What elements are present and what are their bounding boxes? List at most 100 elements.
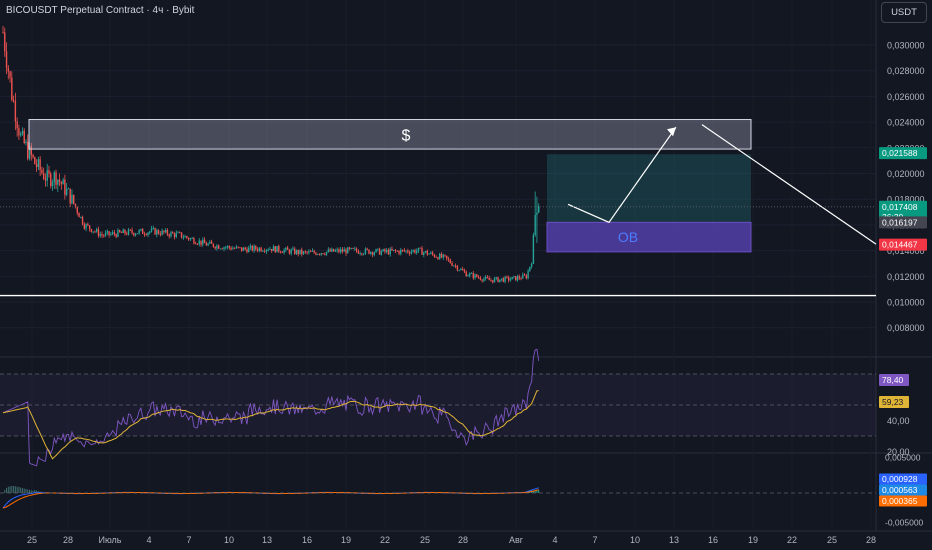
candle-body: [283, 249, 285, 253]
time-tick-label: 13: [262, 535, 272, 545]
candle-body: [444, 254, 446, 256]
candle-body: [285, 247, 287, 250]
candle-body: [34, 157, 36, 165]
candle-body: [210, 241, 213, 244]
candle-body: [327, 249, 330, 252]
candle-body: [94, 231, 96, 233]
candle-body: [103, 235, 105, 237]
candle-body: [163, 230, 165, 233]
candle-body: [111, 232, 114, 234]
candle-body: [60, 181, 63, 185]
time-tick-label: 10: [224, 535, 234, 545]
chart-title: BICOUSDT Perpetual Contract · 4ч · Bybit: [6, 5, 195, 16]
candle-body: [191, 238, 193, 240]
candle-body: [355, 248, 358, 252]
liquidity-label: $: [402, 127, 411, 144]
candle-body: [258, 247, 261, 251]
candle-body: [42, 172, 45, 179]
price-tick-label: 0,028000: [887, 66, 925, 76]
rsi-badge-text: 78,40: [882, 375, 904, 385]
candle-body: [373, 252, 375, 255]
candle-body: [421, 248, 423, 255]
candle-body: [442, 254, 444, 258]
candle-body: [150, 228, 153, 232]
candle-body: [417, 247, 420, 251]
candle-body: [394, 249, 397, 251]
candle-body: [129, 229, 131, 231]
candle-body: [292, 248, 294, 250]
candle-body: [382, 249, 384, 252]
candle-body: [99, 234, 101, 236]
candle-body: [336, 249, 338, 251]
candle-body: [458, 270, 460, 271]
candle-body: [513, 276, 515, 277]
candle-body: [134, 233, 137, 236]
candle-body: [180, 232, 183, 238]
candle-body: [396, 250, 398, 252]
candle-body: [423, 252, 425, 255]
candle-body: [92, 231, 94, 233]
time-axis: 25 28 Июль 4 7 10 13 16 19 22 25 28 Авг 4 7 10 13 16 19 22 2…: [27, 535, 876, 545]
time-tick-label: 25: [420, 535, 430, 545]
candle-body: [182, 237, 185, 239]
candle-body: [157, 230, 160, 234]
candle-body: [474, 274, 476, 278]
candle-body: [495, 277, 497, 279]
candle-body: [251, 245, 253, 251]
candle-body: [124, 229, 126, 234]
candle-body: [324, 254, 326, 255]
candle-body: [532, 234, 535, 264]
time-tick-label: 25: [827, 535, 837, 545]
candle-body: [302, 251, 305, 255]
chart-canvas[interactable]: $ OB 0,030000 0,028000 0,026000 0,024000 0,02…: [0, 0, 932, 550]
candle-body: [504, 276, 506, 282]
candle-body: [403, 249, 406, 252]
candle-body: [156, 230, 158, 235]
drawings: $ OB: [0, 119, 877, 297]
candle-body: [175, 232, 177, 237]
candle-body: [493, 278, 496, 283]
candle-body: [486, 276, 489, 278]
candle-body: [522, 274, 524, 279]
candle-body: [500, 278, 503, 280]
candle-body: [338, 249, 340, 253]
candle-body: [117, 230, 119, 237]
candle-body: [331, 248, 333, 252]
price-tick-label: 0,012000: [887, 272, 925, 282]
macd-badge-text: 0,000928: [882, 474, 918, 484]
time-tick-label: 4: [146, 535, 151, 545]
macd-tick-label: 0,005000: [885, 453, 921, 463]
candle-body: [405, 250, 407, 252]
candle-body: [339, 249, 342, 253]
candle-body: [4, 32, 6, 52]
candle-body: [193, 238, 195, 244]
candle-body: [352, 248, 354, 249]
candle-body: [80, 216, 82, 218]
price-tick-label: 0,020000: [887, 169, 925, 179]
candle-body: [463, 270, 466, 272]
candle-body: [69, 188, 71, 204]
candle-body: [317, 253, 319, 255]
candle-body: [447, 258, 450, 260]
candle-body: [267, 249, 269, 251]
currency-button[interactable]: USDT: [881, 2, 927, 23]
candle-body: [332, 248, 335, 252]
candle-body: [288, 249, 291, 254]
candle-body: [484, 276, 487, 279]
candle-body: [5, 51, 8, 68]
candle-body: [186, 236, 188, 238]
candle-body: [320, 253, 322, 255]
time-tick-label: 10: [630, 535, 640, 545]
price-tick-label: 0,010000: [887, 298, 925, 308]
candle-body: [27, 141, 29, 159]
time-tick-label: 25: [27, 535, 37, 545]
candle-body: [315, 252, 317, 255]
candle-body: [230, 247, 232, 250]
candle-body: [57, 179, 59, 185]
signal-line: [2, 489, 539, 509]
candle-body: [136, 233, 139, 235]
candle-body: [225, 247, 227, 249]
candle-body: [345, 249, 347, 254]
candle-body: [147, 232, 149, 236]
candle-body: [366, 248, 368, 250]
